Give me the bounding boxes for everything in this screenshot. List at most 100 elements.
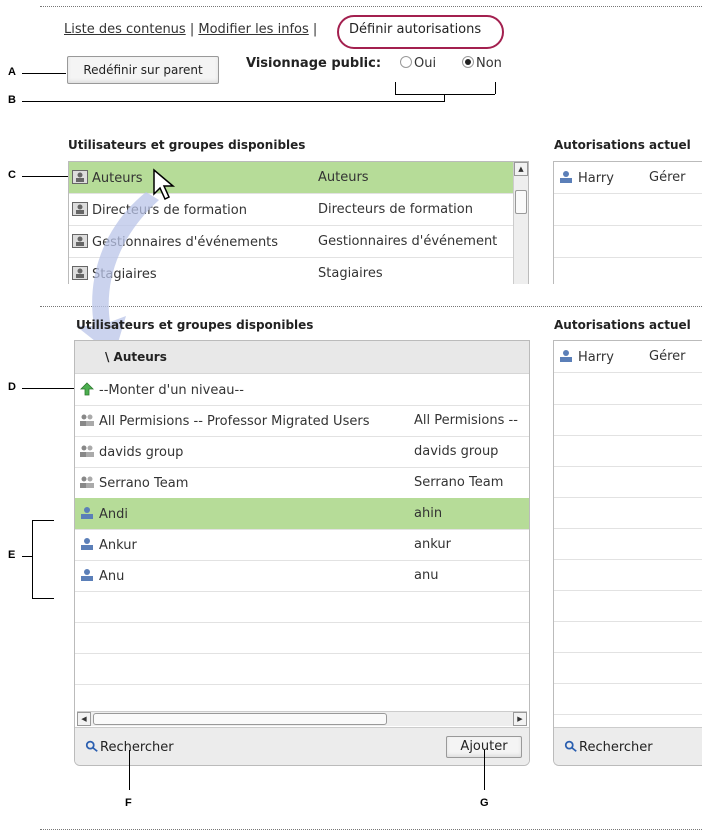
list-item[interactable]: Serrano Team Serrano Team	[75, 467, 529, 499]
radio-no-circle[interactable]	[462, 56, 474, 68]
group-icon	[80, 476, 94, 488]
scroll-left-button[interactable]: ◀	[77, 712, 91, 726]
callout-g: G	[480, 797, 489, 809]
perm-level: Gérer	[649, 349, 686, 364]
reset-to-parent-button[interactable]: Redéfinir sur parent	[67, 56, 219, 84]
up-level-row[interactable]: --Monter d'un niveau--	[75, 374, 529, 406]
bottom-divider	[40, 829, 702, 830]
nav-links: Liste des contenus | Modifier les infos …	[64, 22, 317, 37]
link-edit-info[interactable]: Modifier les infos	[198, 22, 308, 37]
panel-footer: Rechercher	[554, 727, 702, 765]
user-icon	[81, 538, 93, 550]
user-icon	[560, 171, 572, 183]
permission-row	[554, 226, 702, 258]
callout-e-bracket-bottom	[32, 598, 54, 599]
list-item[interactable]: Ankur ankur	[75, 529, 529, 561]
search-icon	[564, 740, 577, 752]
current-path: \ Auteurs	[105, 350, 167, 364]
horizontal-scrollbar[interactable]: ◀ ▶	[77, 711, 527, 726]
perm-level: Gérer	[649, 170, 686, 185]
row-desc: Serrano Team	[414, 475, 504, 490]
list-item[interactable]: Andi ahin	[75, 498, 529, 530]
perm-user: Harry	[578, 350, 614, 365]
up-level-label: --Monter d'un niveau--	[99, 383, 244, 398]
horizontal-scroll-thumb[interactable]	[93, 713, 387, 725]
callout-b-bracket-left	[395, 82, 396, 94]
radio-no[interactable]: Non	[462, 56, 502, 71]
empty-row	[75, 591, 529, 623]
path-header: \ Auteurs	[75, 341, 529, 374]
scroll-right-button[interactable]: ▶	[513, 712, 527, 726]
empty-row	[75, 622, 529, 654]
search-link-right[interactable]: Rechercher	[564, 739, 653, 755]
user-icon	[560, 350, 572, 362]
callout-e-line	[22, 556, 32, 557]
permission-row[interactable]: Harry Gérer	[554, 341, 702, 373]
callout-f-line	[129, 750, 130, 790]
link-set-permissions[interactable]: Définir autorisations	[349, 22, 481, 37]
link-content-list[interactable]: Liste des contenus	[64, 22, 186, 37]
radio-yes-circle[interactable]	[400, 56, 412, 68]
callout-d: D	[8, 381, 16, 393]
bottom-current-title: Autorisations actuel	[554, 318, 691, 332]
scroll-up-button[interactable]: ▲	[514, 162, 528, 176]
permission-row	[554, 559, 702, 591]
callout-b-bracket	[395, 94, 495, 95]
row-desc: anu	[414, 568, 439, 583]
radio-yes[interactable]: Oui	[400, 56, 436, 71]
permission-row	[554, 683, 702, 715]
callout-a-line	[22, 73, 66, 74]
permission-row	[554, 466, 702, 498]
row-desc: Gestionnaires d'événement	[318, 234, 498, 249]
permission-row	[554, 621, 702, 653]
callout-e-bracket-top	[32, 520, 54, 521]
radio-no-label: Non	[476, 56, 502, 71]
public-view-label: Visionnage public:	[246, 56, 382, 71]
callout-a: A	[8, 66, 16, 78]
row-desc: ahin	[414, 506, 443, 521]
up-arrow-icon	[80, 382, 94, 396]
drag-arrow-icon	[76, 192, 159, 356]
row-desc: Auteurs	[318, 170, 369, 185]
bottom-available-list: \ Auteurs --Monter d'un niveau-- All Per…	[74, 340, 530, 766]
callout-b-line	[22, 101, 444, 102]
list-item[interactable]: Anu anu	[75, 560, 529, 592]
list-item[interactable]: davids group davids group	[75, 436, 529, 468]
row-name: Ankur	[99, 538, 137, 553]
user-icon	[81, 569, 93, 581]
bottom-available-title: Utilisateurs et groupes disponibles	[76, 318, 314, 332]
empty-row	[75, 653, 529, 685]
row-name: Anu	[99, 569, 125, 584]
permission-row[interactable]: Harry Gérer	[554, 162, 702, 194]
row-desc: Directeurs de formation	[318, 202, 473, 217]
permission-row	[554, 404, 702, 436]
search-icon	[85, 740, 98, 752]
permission-row	[554, 497, 702, 529]
callout-b-bracket-right	[495, 82, 496, 94]
callout-d-line	[22, 388, 74, 389]
permission-row	[554, 435, 702, 467]
permission-row	[554, 528, 702, 560]
permission-row	[554, 590, 702, 622]
vertical-scrollbar[interactable]: ▲	[513, 162, 528, 284]
top-available-title: Utilisateurs et groupes disponibles	[68, 138, 306, 152]
group-icon	[80, 445, 94, 457]
scroll-thumb[interactable]	[515, 190, 527, 214]
row-desc: All Permisions --	[414, 413, 518, 428]
search-label: Rechercher	[579, 740, 653, 755]
perm-user: Harry	[578, 171, 614, 186]
radio-yes-label: Oui	[414, 56, 437, 71]
permission-row	[554, 652, 702, 684]
nav-separator: |	[312, 22, 318, 37]
row-name: Auteurs	[92, 171, 143, 186]
row-name: All Permisions -- Professor Migrated Use…	[99, 414, 370, 429]
list-item[interactable]: All Permisions -- Professor Migrated Use…	[75, 405, 529, 437]
row-desc: ankur	[414, 537, 451, 552]
group-icon	[72, 170, 88, 184]
row-name: davids group	[99, 445, 184, 460]
callout-c-line	[22, 176, 68, 177]
callout-c: C	[8, 169, 16, 181]
top-divider	[40, 6, 702, 7]
row-name: Andi	[99, 507, 128, 522]
permission-row	[554, 373, 702, 405]
